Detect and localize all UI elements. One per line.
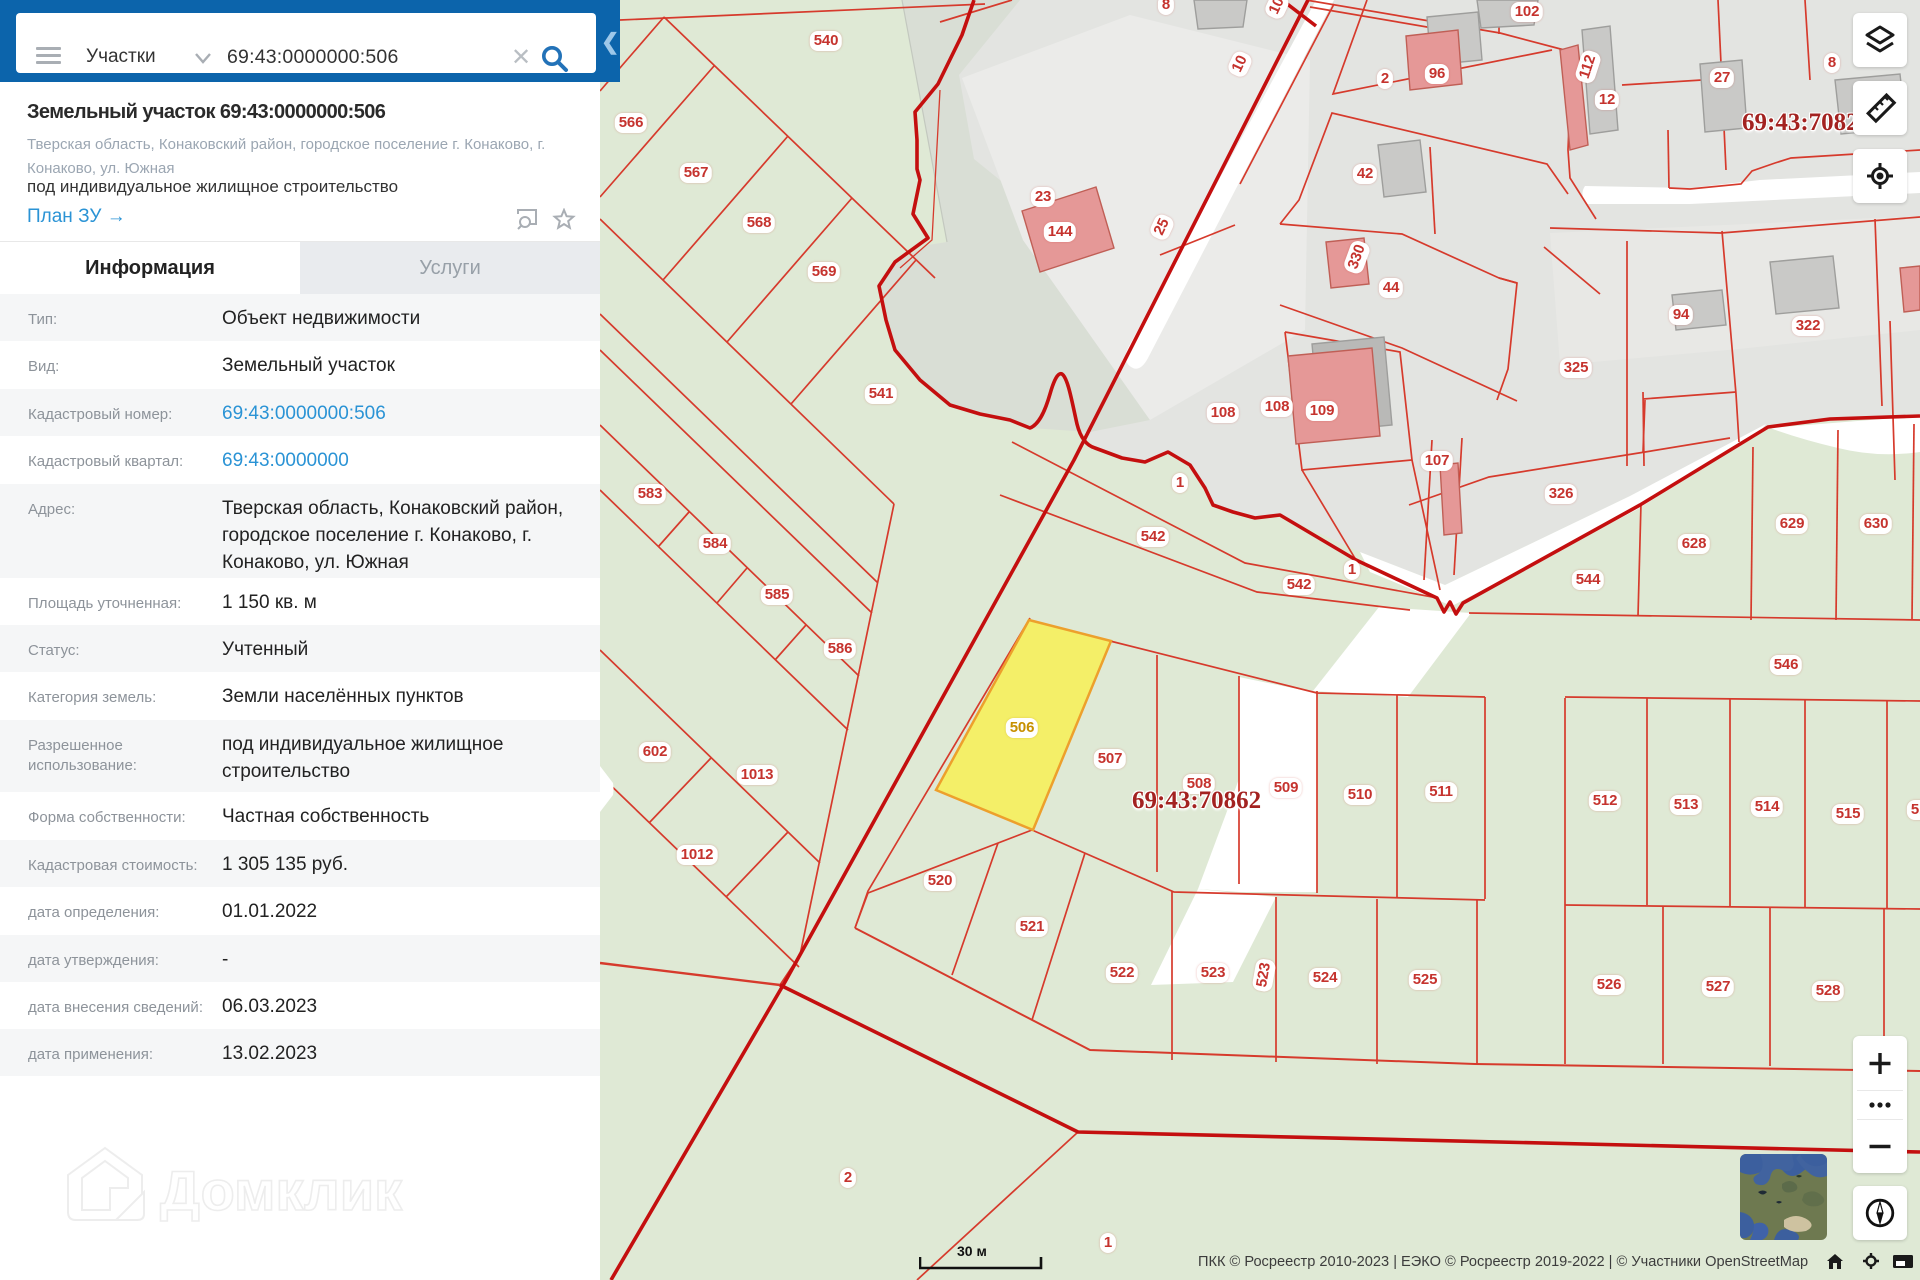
svg-text:Домклик: Домклик [160,1159,403,1222]
svg-text:30 м: 30 м [957,1244,987,1259]
